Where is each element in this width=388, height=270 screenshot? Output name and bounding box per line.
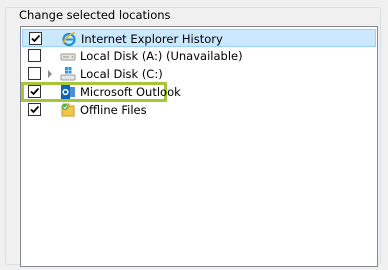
tree-item-ie-history[interactable]: Internet Explorer History: [22, 29, 376, 47]
tree-item-offline-files[interactable]: Offline Files: [22, 101, 376, 119]
outlook-icon: [60, 84, 76, 100]
checkbox-local-disk-a[interactable]: [28, 49, 41, 62]
locations-tree[interactable]: Internet Explorer History Local Disk (A:…: [20, 26, 378, 267]
tree-item-local-disk-c[interactable]: Local Disk (C:): [22, 65, 376, 83]
tree-item-microsoft-outlook[interactable]: Microsoft Outlook: [21, 82, 181, 102]
tree-item-local-disk-a[interactable]: Local Disk (A:) (Unavailable): [22, 47, 376, 65]
windows-drive-icon: [60, 66, 76, 82]
locations-groupbox: Change selected locations Internet Explo…: [5, 7, 381, 267]
tree-item-label: Local Disk (C:): [80, 67, 163, 81]
checkbox-ie-history[interactable]: [29, 32, 42, 45]
drive-icon: [60, 48, 76, 64]
offline-files-icon: [60, 102, 76, 118]
tree-item-label: Offline Files: [80, 103, 147, 117]
group-title: Change selected locations: [16, 8, 174, 22]
internet-explorer-icon: [61, 31, 77, 47]
tree-item-label: Local Disk (A:) (Unavailable): [80, 49, 243, 63]
checkbox-offline-files[interactable]: [28, 103, 41, 116]
expand-chevron-icon[interactable]: [48, 70, 52, 78]
checkbox-microsoft-outlook[interactable]: [28, 85, 41, 98]
tree-item-label: Microsoft Outlook: [80, 85, 181, 99]
checkbox-local-disk-c[interactable]: [28, 67, 41, 80]
tree-item-label: Internet Explorer History: [81, 32, 223, 46]
